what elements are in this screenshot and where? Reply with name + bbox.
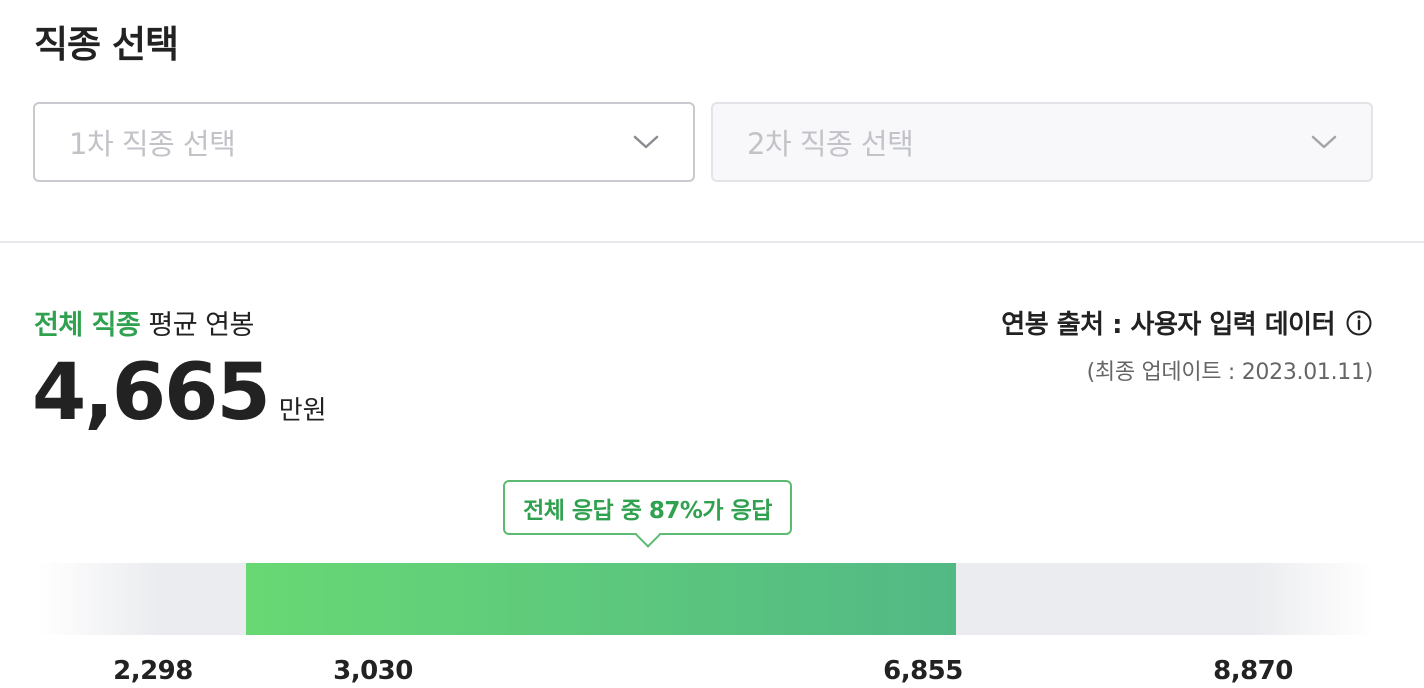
average-salary-caption: 평균 연봉: [148, 310, 254, 341]
range-start-label: 3,030: [333, 656, 413, 686]
section-divider: [0, 241, 1424, 243]
average-salary: 4,665 만원: [32, 348, 327, 438]
job-scope-label: 전체 직종: [34, 310, 141, 341]
salary-distribution-bar: [38, 563, 1374, 635]
chevron-down-icon: [633, 135, 659, 149]
secondary-job-select[interactable]: 2차 직종 선택: [711, 102, 1373, 182]
tooltip-arrow: [634, 522, 661, 548]
range-end-label: 6,855: [883, 656, 963, 686]
primary-job-select[interactable]: 1차 직종 선택: [33, 102, 695, 182]
chevron-down-icon: [1311, 135, 1337, 149]
last-updated: (최종 업데이트 : 2023.01.11): [1086, 360, 1374, 385]
salary-source-text: 연봉 출처 : 사용자 입력 데이터: [1001, 310, 1335, 340]
max-salary-label: 8,870: [1213, 656, 1293, 686]
average-salary-label: 전체 직종 평균 연봉: [34, 303, 254, 342]
salary-range-highlight: [245, 563, 956, 635]
primary-job-select-placeholder: 1차 직종 선택: [69, 127, 236, 161]
response-tooltip-text: 전체 응답 중 87%가 응답: [523, 497, 772, 524]
average-salary-unit: 만원: [278, 396, 327, 426]
section-title: 직종 선택: [34, 23, 179, 66]
salary-page: 직종 선택 1차 직종 선택 2차 직종 선택 전체 직종 평균 연봉 4,66…: [0, 0, 1424, 688]
average-salary-value: 4,665: [32, 348, 271, 438]
secondary-job-select-placeholder: 2차 직종 선택: [747, 127, 914, 161]
response-tooltip: 전체 응답 중 87%가 응답: [503, 480, 792, 548]
salary-source: 연봉 출처 : 사용자 입력 데이터: [1001, 304, 1373, 341]
min-salary-label: 2,298: [113, 656, 193, 686]
info-icon[interactable]: [1345, 309, 1373, 337]
